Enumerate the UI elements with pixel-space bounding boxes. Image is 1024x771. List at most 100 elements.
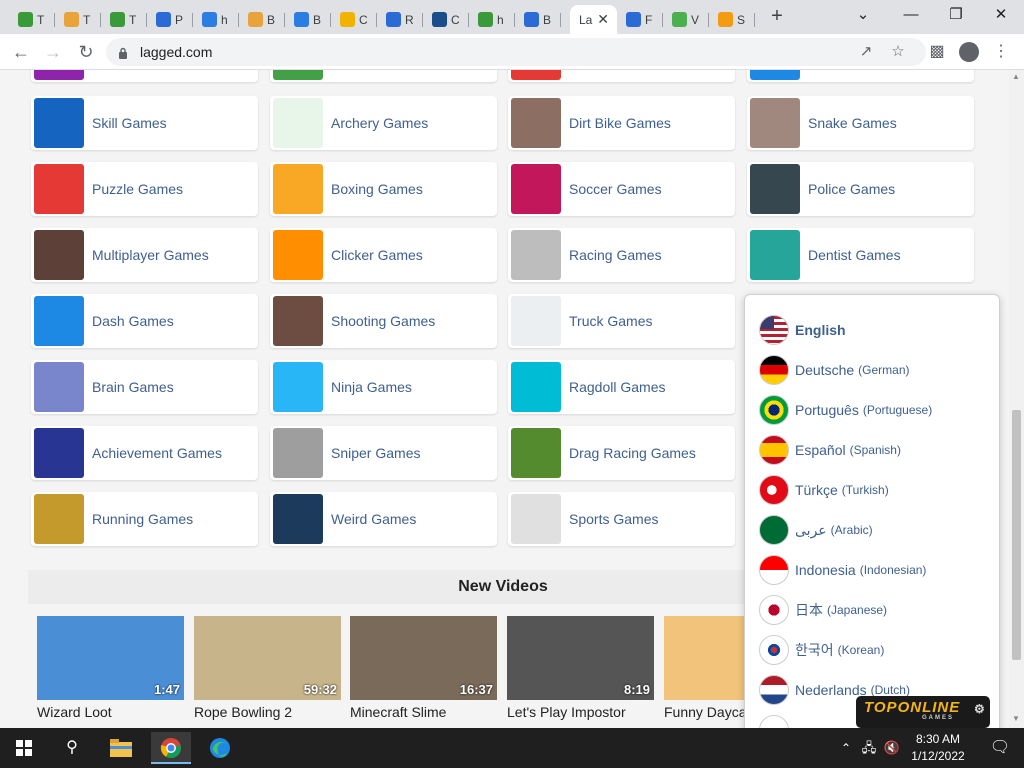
extensions-icon[interactable]: ▩ bbox=[925, 40, 949, 64]
minimize-button[interactable]: — bbox=[895, 4, 927, 28]
toponline-games-badge[interactable]: TOPONLINE GAMES ⚙ bbox=[856, 696, 990, 728]
category-thumbnail bbox=[34, 164, 84, 214]
category-card[interactable]: Ragdoll Games bbox=[508, 360, 735, 414]
edge-taskbar-icon[interactable] bbox=[200, 732, 240, 764]
category-card[interactable]: Police Games bbox=[747, 162, 974, 216]
browser-tab[interactable]: P bbox=[147, 5, 193, 34]
category-card[interactable]: Archery Games bbox=[270, 96, 497, 150]
category-thumbnail bbox=[273, 230, 323, 280]
browser-tab[interactable]: V bbox=[663, 5, 709, 34]
tab-label: S bbox=[737, 12, 746, 27]
profile-avatar[interactable] bbox=[959, 42, 979, 62]
category-card[interactable]: Drag Racing Games bbox=[508, 426, 735, 480]
category-card[interactable]: Sniper Games bbox=[270, 426, 497, 480]
category-card[interactable]: Achievement Games bbox=[31, 426, 258, 480]
category-card[interactable]: Dash Games bbox=[31, 294, 258, 348]
settings-icon[interactable]: ⚙ bbox=[974, 702, 986, 716]
video-card[interactable]: 1:47 Wizard Loot bbox=[37, 616, 184, 720]
category-card[interactable]: Dirt Bike Games bbox=[508, 96, 735, 150]
category-card[interactable] bbox=[508, 70, 735, 82]
menu-kebab-icon[interactable]: ⋮ bbox=[989, 40, 1013, 64]
category-thumbnail bbox=[273, 362, 323, 412]
browser-tab[interactable]: C bbox=[331, 5, 377, 34]
language-option[interactable]: Português (Portuguese) bbox=[759, 393, 932, 427]
category-card[interactable]: Brain Games bbox=[31, 360, 258, 414]
browser-tab[interactable]: h bbox=[193, 5, 239, 34]
browser-tab[interactable]: C bbox=[423, 5, 469, 34]
browser-tab[interactable]: R bbox=[377, 5, 423, 34]
category-card[interactable]: Running Games bbox=[31, 492, 258, 546]
browser-tab[interactable]: B bbox=[515, 5, 561, 34]
category-card[interactable]: Racing Games bbox=[508, 228, 735, 282]
category-card[interactable]: Weird Games bbox=[270, 492, 497, 546]
show-hidden-icons[interactable]: ⌃ bbox=[836, 732, 856, 764]
bookmark-star-icon[interactable]: ☆ bbox=[888, 42, 908, 62]
category-card[interactable]: Puzzle Games bbox=[31, 162, 258, 216]
share-icon[interactable]: ↗ bbox=[856, 42, 876, 62]
tab-label: B bbox=[543, 12, 552, 27]
language-option[interactable]: English bbox=[759, 313, 846, 347]
language-option[interactable]: Indonesia (Indonesian) bbox=[759, 553, 926, 587]
start-windows-icon[interactable] bbox=[4, 732, 44, 764]
language-option[interactable]: 한국어 (Korean) bbox=[759, 633, 884, 667]
scroll-down-icon[interactable]: ▼ bbox=[1012, 714, 1020, 723]
chrome-taskbar-icon[interactable] bbox=[151, 732, 191, 764]
category-card[interactable]: Soccer Games bbox=[508, 162, 735, 216]
reload-icon[interactable]: ↻ bbox=[74, 40, 98, 64]
volume-muted-icon[interactable]: 🔇 bbox=[882, 732, 902, 764]
close-window-button[interactable]: ✕ bbox=[985, 4, 1017, 28]
browser-tab[interactable]: S bbox=[709, 5, 755, 34]
browser-tab[interactable]: B bbox=[239, 5, 285, 34]
category-thumbnail bbox=[273, 296, 323, 346]
language-option[interactable]: Español (Spanish) bbox=[759, 433, 901, 467]
tab-search-button[interactable]: ⌄ bbox=[847, 4, 879, 28]
address-bar[interactable]: lagged.com ↗ ☆ bbox=[106, 38, 926, 66]
category-card[interactable]: Shooting Games bbox=[270, 294, 497, 348]
restore-button[interactable]: ❐ bbox=[940, 4, 972, 28]
category-card[interactable]: Clicker Games bbox=[270, 228, 497, 282]
category-card[interactable]: Ninja Games bbox=[270, 360, 497, 414]
browser-tab[interactable]: T bbox=[9, 5, 55, 34]
category-card[interactable]: Truck Games bbox=[508, 294, 735, 348]
video-card[interactable]: 16:37 Minecraft Slime bbox=[350, 616, 497, 720]
browser-tab[interactable]: T bbox=[101, 5, 147, 34]
language-option[interactable]: 日本 (Japanese) bbox=[759, 593, 887, 627]
search-icon[interactable]: ⚲ bbox=[52, 732, 92, 764]
back-icon[interactable]: ← bbox=[9, 40, 33, 64]
language-option[interactable]: Türkçe (Turkish) bbox=[759, 473, 889, 507]
notifications-icon[interactable]: 🗨 bbox=[980, 732, 1020, 764]
language-option[interactable]: Deutsche (German) bbox=[759, 353, 910, 387]
category-label: Weird Games bbox=[331, 511, 417, 527]
browser-tab[interactable]: T bbox=[55, 5, 101, 34]
forward-icon[interactable]: → bbox=[41, 40, 65, 64]
language-option-partial[interactable] bbox=[759, 713, 789, 728]
scroll-up-icon[interactable]: ▲ bbox=[1012, 72, 1020, 81]
category-card[interactable]: Snake Games bbox=[747, 96, 974, 150]
category-card[interactable]: Boxing Games bbox=[270, 162, 497, 216]
video-card[interactable]: 8:19 Let's Play Impostor bbox=[507, 616, 654, 720]
category-card[interactable] bbox=[31, 70, 258, 82]
browser-tab[interactable]: h bbox=[469, 5, 515, 34]
browser-tab[interactable]: F bbox=[617, 5, 663, 34]
scrollbar-thumb[interactable] bbox=[1012, 410, 1021, 660]
close-tab-icon[interactable]: ✕ bbox=[597, 11, 609, 28]
category-card[interactable]: Dentist Games bbox=[747, 228, 974, 282]
taskbar-clock[interactable]: 8:30 AM 1/12/2022 bbox=[900, 731, 976, 765]
category-card[interactable] bbox=[270, 70, 497, 82]
category-card[interactable]: Multiplayer Games bbox=[31, 228, 258, 282]
language-option[interactable]: عربى (Arabic) bbox=[759, 513, 873, 547]
language-english-name: (Portuguese) bbox=[862, 403, 933, 417]
file-explorer-icon[interactable] bbox=[101, 732, 141, 764]
tab-active[interactable]: La ✕ bbox=[570, 5, 617, 34]
browser-tab[interactable]: B bbox=[285, 5, 331, 34]
language-english-name: (Spanish) bbox=[849, 443, 901, 457]
category-card[interactable]: Sports Games bbox=[508, 492, 735, 546]
category-card[interactable]: Skill Games bbox=[31, 96, 258, 150]
video-thumbnail: 16:37 bbox=[350, 616, 497, 700]
video-card[interactable]: 59:32 Rope Bowling 2 bbox=[194, 616, 341, 720]
new-tab-button[interactable]: + bbox=[766, 6, 788, 28]
category-card[interactable] bbox=[747, 70, 974, 82]
tab-label: La bbox=[579, 12, 593, 27]
network-icon[interactable]: 🖧 bbox=[858, 732, 880, 764]
page-scrollbar[interactable]: ▲ ▼ bbox=[1009, 70, 1024, 728]
